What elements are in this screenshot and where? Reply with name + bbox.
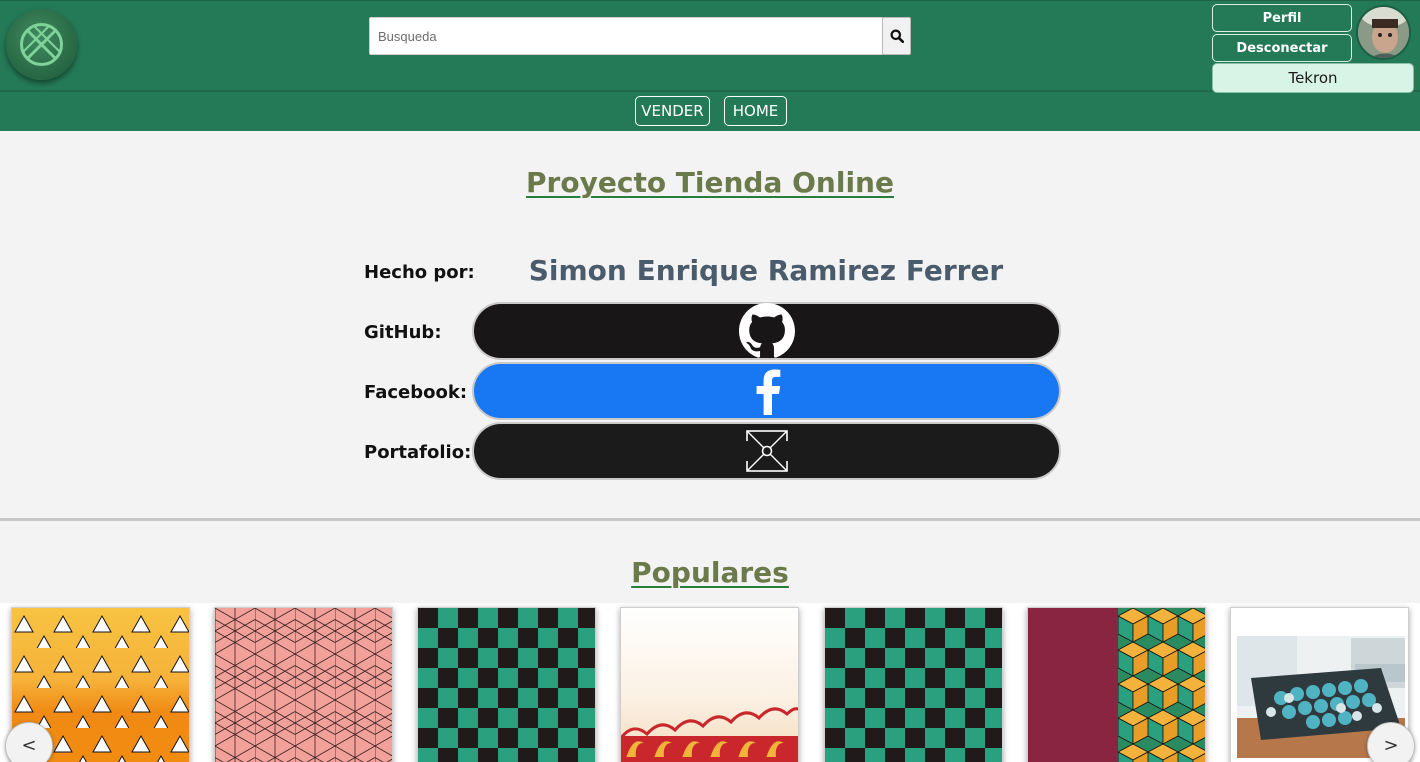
product-card[interactable] [824, 607, 1003, 762]
popular-section-title: Populares [0, 556, 1420, 589]
username-badge[interactable]: Tekron [1212, 63, 1414, 93]
product-card[interactable] [214, 607, 393, 762]
carousel-prev-button[interactable]: < [5, 722, 53, 762]
product-card[interactable] [417, 607, 596, 762]
nav-vender-button[interactable]: VENDER [635, 96, 710, 126]
facebook-icon [756, 369, 780, 415]
search-button[interactable] [882, 17, 911, 55]
portfolio-link-button[interactable] [472, 422, 1061, 480]
github-icon [738, 303, 795, 358]
search-icon [890, 29, 904, 44]
page-title-text: Proyecto Tienda Online [526, 166, 894, 199]
facebook-link-button[interactable] [472, 362, 1061, 420]
product-card[interactable] [1027, 607, 1206, 762]
profile-button[interactable]: Perfil [1212, 4, 1352, 32]
search-input[interactable] [369, 17, 883, 55]
avatar[interactable] [1356, 5, 1411, 60]
github-label: GitHub: [364, 322, 442, 343]
product-card[interactable] [620, 607, 799, 762]
portfolio-label: Portafolio: [364, 442, 472, 463]
section-divider [0, 518, 1420, 521]
portfolio-icon [744, 430, 789, 472]
facebook-label: Facebook: [364, 382, 468, 403]
nav-bar [0, 90, 1420, 131]
page-title: Proyecto Tienda Online [0, 166, 1420, 199]
nav-home-button[interactable]: HOME [724, 96, 787, 126]
search-bar [369, 17, 911, 55]
logo-icon[interactable] [6, 9, 77, 80]
github-link-button[interactable] [472, 302, 1061, 360]
author-name: Simon Enrique Ramirez Ferrer [528, 254, 1004, 287]
carousel-next-button[interactable]: > [1367, 722, 1415, 762]
popular-title-text: Populares [631, 556, 789, 589]
made-by-label: Hecho por: [364, 262, 475, 283]
logout-button[interactable]: Desconectar [1212, 34, 1352, 62]
